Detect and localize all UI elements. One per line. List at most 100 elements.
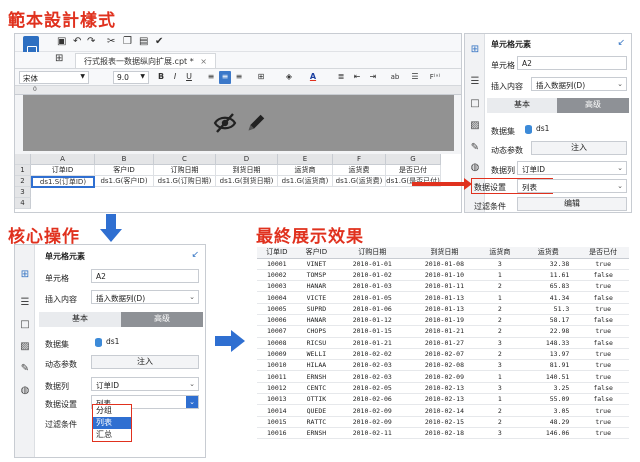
list-icon[interactable]: ☰ xyxy=(409,71,421,84)
align-right-button[interactable]: ≡ xyxy=(233,71,245,84)
inject-button[interactable]: 注入 xyxy=(531,141,627,155)
redo-icon[interactable]: ↷ xyxy=(87,36,95,47)
column-header-f[interactable]: F xyxy=(333,154,386,165)
data-column-value: 订单ID xyxy=(522,165,545,174)
table-cell: true xyxy=(577,427,629,440)
cell-g1[interactable]: 是否已付 xyxy=(386,165,441,176)
font-family-select[interactable]: 宋体 ▼ xyxy=(19,71,89,84)
format-painter-icon[interactable]: ✔ xyxy=(155,36,163,47)
column-header-b[interactable]: B xyxy=(95,154,154,165)
table-cell: 2010-02-03 xyxy=(336,370,409,383)
merge-icon[interactable]: ⇥ xyxy=(367,71,379,84)
italic-button[interactable]: I xyxy=(169,71,181,84)
cell-field[interactable]: A2 xyxy=(517,56,627,70)
cell-b2[interactable]: ds1.G(客户ID) xyxy=(95,176,154,187)
table-row: 10014 QUEDE 2010-02-09 2010-02-14 2 3.05 true xyxy=(257,404,629,417)
cell-e1[interactable]: 运货商 xyxy=(278,165,333,176)
data-setting-select[interactable]: 列表 ⌄ xyxy=(517,179,627,193)
cell-e2[interactable]: ds1.G(运货商) xyxy=(278,176,333,187)
table-cell: 2010-02-09 xyxy=(336,416,409,428)
chevron-down-icon[interactable]: ⌄ xyxy=(186,396,198,408)
dataset-select[interactable]: ds1 xyxy=(521,122,627,136)
undo-icon[interactable]: ↶ xyxy=(73,36,81,47)
menu-item-summary[interactable]: 汇总 xyxy=(93,429,131,441)
cell-field[interactable]: A2 xyxy=(91,269,199,283)
cell-c1[interactable]: 订购日期 xyxy=(154,165,216,176)
cut-icon[interactable]: ✂ xyxy=(107,36,115,47)
row-header-4[interactable]: 4 xyxy=(15,198,31,209)
cell-attribute-icon[interactable]: ☰ xyxy=(469,76,481,88)
condition-pen-icon[interactable]: ✎ xyxy=(19,363,31,375)
condition-pen-icon[interactable]: ✎ xyxy=(469,142,481,154)
edit-filter-button[interactable]: 编辑 xyxy=(517,197,627,211)
font-color-icon[interactable]: A xyxy=(307,71,319,84)
font-size-select[interactable]: 9.0 ▼ xyxy=(113,71,149,84)
row-header-1[interactable]: 1 xyxy=(15,165,31,176)
inject-button[interactable]: 注入 xyxy=(91,355,199,369)
indent-icon[interactable]: ⇤ xyxy=(351,71,363,84)
wrap-icon[interactable]: ≣ xyxy=(335,71,347,84)
cell-element-icon[interactable]: ⊞ xyxy=(469,44,481,56)
border-style-icon[interactable]: □ xyxy=(19,319,31,331)
column-header-g[interactable]: G xyxy=(386,154,441,165)
insert-content-select[interactable]: 插入数据列(D) ⌄ xyxy=(91,290,199,304)
menu-item-list[interactable]: 列表 xyxy=(93,417,131,429)
paste-icon[interactable]: ▤ xyxy=(139,36,148,47)
final-result-label: 最終展示效果 xyxy=(256,227,364,247)
underline-button[interactable]: U xyxy=(183,71,195,84)
tab-basic[interactable]: 基本 xyxy=(487,98,557,113)
widget-icon[interactable]: ▨ xyxy=(19,341,31,353)
edit-pen-icon[interactable] xyxy=(245,111,267,135)
tab-advanced[interactable]: 高级 xyxy=(121,312,203,327)
collapse-icon[interactable]: ↙ xyxy=(191,250,199,260)
column-header-c[interactable]: C xyxy=(154,154,216,165)
border-icon[interactable]: ⊞ xyxy=(255,71,267,84)
column-header-a[interactable]: A xyxy=(31,154,95,165)
hidden-eye-icon[interactable] xyxy=(213,111,237,135)
align-left-button[interactable]: ≡ xyxy=(205,71,217,84)
tab-basic[interactable]: 基本 xyxy=(39,312,121,327)
text-icon[interactable]: ab xyxy=(387,71,403,84)
table-cell: 2010-02-03 xyxy=(336,359,409,372)
bold-button[interactable]: B xyxy=(155,71,167,84)
cell-b1[interactable]: 客户ID xyxy=(95,165,154,176)
cell-f2[interactable]: ds1.G(运货费) xyxy=(333,176,386,187)
copy-icon[interactable]: ❐ xyxy=(123,36,132,47)
table-cell: true xyxy=(577,348,629,361)
cell-field-value: A2 xyxy=(96,272,106,281)
widget-icon[interactable]: ▨ xyxy=(469,120,481,132)
hyperlink-globe-icon[interactable]: ◍ xyxy=(469,162,481,174)
data-column-select[interactable]: 订单ID ⌄ xyxy=(517,161,627,175)
formula-icon[interactable]: F⁽ˣ⁾ xyxy=(427,71,443,84)
menu-item-group[interactable]: 分组 xyxy=(93,405,131,417)
row-header-3[interactable]: 3 xyxy=(15,187,31,198)
table-cell: 3 xyxy=(480,337,520,349)
row-header-2[interactable]: 2 xyxy=(15,176,31,187)
tab-close-icon[interactable]: × xyxy=(200,57,207,66)
tab-template[interactable]: 行式报表一数据纵向扩展.cpt * × xyxy=(75,53,216,68)
cell-attribute-icon[interactable]: ☰ xyxy=(19,297,31,309)
cell-a2[interactable]: ds1.S(订单ID) xyxy=(31,176,95,188)
cell-element-icon[interactable]: ⊞ xyxy=(19,269,31,281)
result-header: 订单ID xyxy=(257,247,297,259)
data-column-select[interactable]: 订单ID ⌄ xyxy=(91,377,199,391)
table-cell: 146.06 xyxy=(519,427,578,440)
hyperlink-globe-icon[interactable]: ◍ xyxy=(19,385,31,397)
align-center-button[interactable]: ≡ xyxy=(219,71,231,84)
cell-d2[interactable]: ds1.G(到货日期) xyxy=(216,176,278,187)
template-list-icon[interactable]: ⊞ xyxy=(55,53,63,64)
cell-d1[interactable]: 到货日期 xyxy=(216,165,278,176)
cell-c2[interactable]: ds1.G(订购日期) xyxy=(154,176,216,187)
collapse-icon[interactable]: ↙ xyxy=(617,38,625,48)
save-icon[interactable]: ▣ xyxy=(57,36,66,47)
cell-a1[interactable]: 订单ID xyxy=(31,165,95,176)
fill-color-icon[interactable]: ◈ xyxy=(283,71,295,84)
dataset-select[interactable]: ds1 xyxy=(91,335,199,349)
border-style-icon[interactable]: □ xyxy=(469,98,481,110)
column-header-d[interactable]: D xyxy=(216,154,278,165)
column-header-e[interactable]: E xyxy=(278,154,333,165)
cell-f1[interactable]: 运货费 xyxy=(333,165,386,176)
tab-advanced[interactable]: 高级 xyxy=(557,98,629,113)
insert-content-select[interactable]: 插入数据列(D) ⌄ xyxy=(531,77,627,91)
cell-label: 单元格 xyxy=(45,274,69,283)
